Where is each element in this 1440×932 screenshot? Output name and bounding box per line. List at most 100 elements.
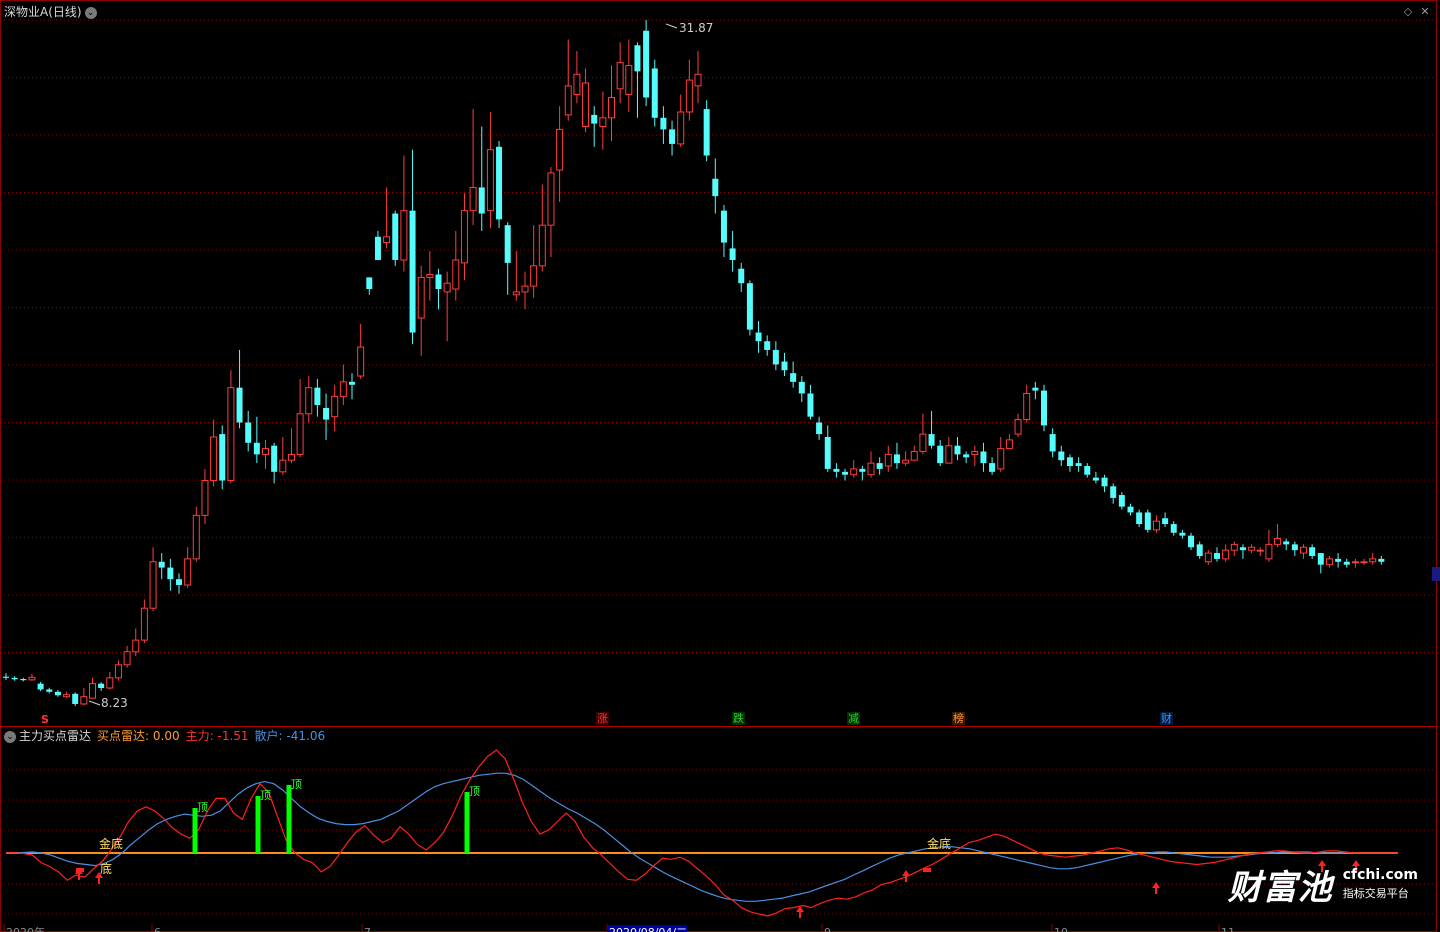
candle: [599, 91, 607, 150]
candle: [89, 677, 96, 699]
candle: [902, 451, 910, 467]
chevron-down-icon[interactable]: ⌄: [84, 6, 97, 19]
close-icon[interactable]: ✕: [1418, 5, 1432, 19]
candle-body: [400, 210, 408, 261]
candle-body: [1204, 552, 1212, 563]
candle: [1023, 384, 1031, 423]
candle-body: [884, 453, 892, 467]
candle-body: [651, 68, 658, 118]
candle-body: [176, 579, 182, 585]
candle: [1144, 509, 1151, 533]
candle-body: [824, 436, 831, 469]
candle: [1204, 550, 1212, 565]
low-pointer: [88, 700, 101, 706]
candle-body: [677, 111, 685, 145]
candle-body: [210, 436, 218, 482]
candle: [816, 416, 823, 440]
chevron-down-icon[interactable]: ⌄: [4, 730, 16, 743]
candle-body: [37, 683, 44, 690]
chart-canvas[interactable]: 31.87 8.23 顶顶顶顶金底金底底 2020年672020/08/04/二…: [0, 0, 1440, 932]
candle-body: [80, 696, 88, 705]
candle-body: [669, 129, 676, 144]
event-marker-rise[interactable]: 涨: [596, 712, 609, 725]
candle-body: [132, 639, 140, 653]
candle-body: [253, 442, 260, 455]
candle-body: [357, 346, 365, 377]
candle: [1110, 483, 1117, 504]
candle-body: [971, 451, 979, 455]
candle-body: [1152, 520, 1160, 531]
candle: [781, 352, 788, 377]
candle: [1152, 515, 1160, 533]
candle: [245, 410, 252, 452]
candle: [176, 573, 182, 594]
x-axis-label: 2020/08/04/二: [609, 926, 687, 932]
candle: [279, 436, 287, 475]
high-price-label: 31.87: [679, 21, 713, 35]
candle-body: [634, 45, 641, 72]
event-marker-reduce[interactable]: 减: [847, 712, 860, 725]
candle: [339, 364, 347, 406]
candle: [54, 690, 61, 697]
candle-body: [816, 422, 823, 435]
event-marker-finance[interactable]: 财: [1160, 712, 1173, 725]
candle: [219, 425, 226, 490]
candle: [72, 692, 79, 706]
candle: [1188, 532, 1195, 551]
candle-body: [1230, 543, 1238, 551]
candle: [435, 268, 442, 310]
candle: [919, 413, 927, 455]
candle-body: [1214, 553, 1220, 559]
candle-body: [980, 451, 987, 464]
candle: [867, 451, 875, 478]
candle-body: [729, 248, 736, 260]
candle: [46, 687, 53, 694]
candlesticks: [3, 20, 1385, 706]
candle: [392, 210, 399, 266]
candle: [123, 645, 131, 668]
price-grid: [0, 19, 1437, 653]
candle: [963, 451, 970, 464]
candle-body: [1127, 506, 1134, 513]
top-signal-label: 顶: [260, 789, 271, 802]
candle-body: [1325, 558, 1333, 566]
candle-body: [219, 434, 226, 481]
event-marker-list[interactable]: 榜: [952, 712, 965, 725]
candle: [937, 439, 944, 467]
candle: [755, 320, 762, 353]
candle-body: [850, 468, 858, 476]
bottom-label: 底: [100, 861, 112, 876]
candle-body: [902, 459, 910, 464]
candle-body: [556, 128, 564, 171]
candle-body: [1196, 544, 1203, 556]
sell-s-marker[interactable]: S: [40, 713, 50, 726]
candle: [331, 384, 339, 432]
candle-body: [867, 462, 875, 476]
candle-body: [573, 73, 581, 96]
candle: [314, 378, 321, 417]
candle-body: [63, 694, 71, 698]
candle: [37, 681, 44, 692]
candle: [738, 262, 745, 292]
candle: [538, 184, 546, 272]
candle-body: [339, 381, 347, 397]
candle: [729, 230, 736, 272]
candle-body: [305, 387, 313, 415]
candle: [1066, 454, 1073, 472]
candle-body: [504, 225, 511, 263]
candle-body: [547, 172, 555, 226]
candle-body: [140, 607, 148, 641]
candle-body: [530, 265, 538, 287]
candle-body: [512, 291, 520, 296]
candle: [1230, 541, 1238, 556]
event-marker-fall[interactable]: 跌: [732, 712, 745, 725]
candle-body: [1084, 466, 1091, 475]
candle: [417, 265, 425, 356]
candle-body: [392, 213, 399, 260]
diamond-icon[interactable]: ◇: [1401, 5, 1415, 19]
top-signal-bar: [192, 808, 198, 853]
candle-body: [435, 274, 442, 290]
candle: [452, 230, 460, 301]
retail-value: -41.06: [286, 729, 326, 743]
candle: [210, 419, 218, 487]
